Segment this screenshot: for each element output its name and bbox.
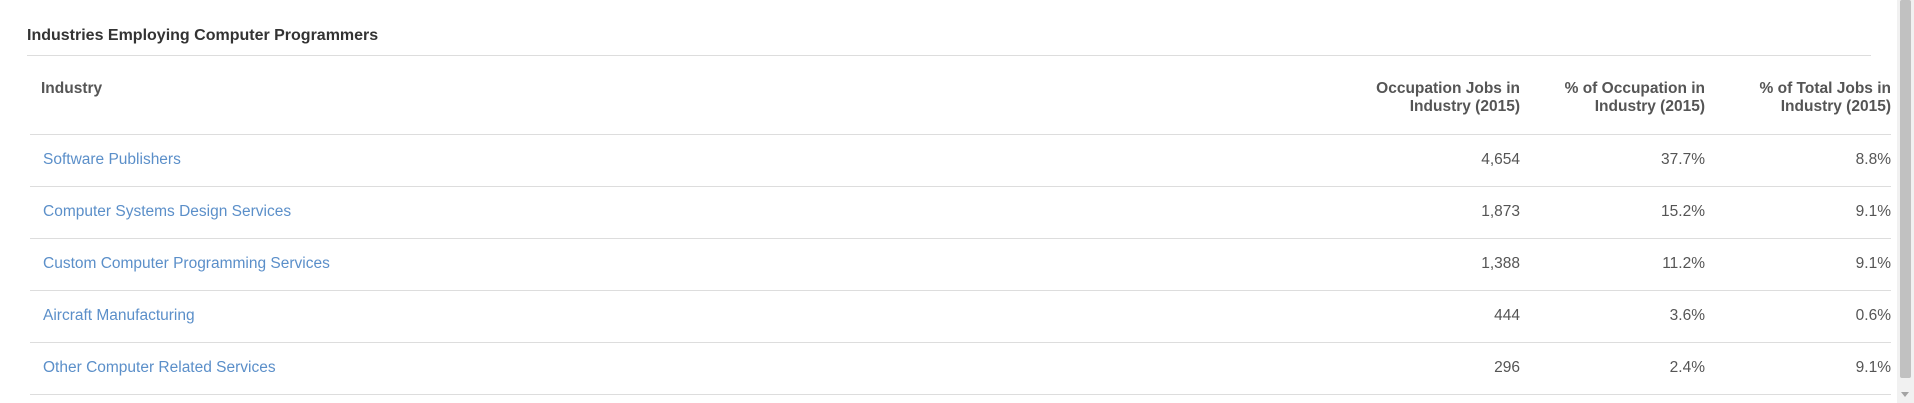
pct-occupation-cell: 3.6% bbox=[1520, 290, 1705, 343]
occupation-jobs-cell: 296 bbox=[1338, 342, 1520, 395]
column-header-pct-total-jobs: % of Total Jobs in Industry (2015) bbox=[1705, 56, 1891, 135]
industry-cell: Aircraft Manufacturing bbox=[30, 290, 1338, 343]
pct-total-jobs-cell: 9.1% bbox=[1705, 186, 1891, 239]
industry-cell: Software Publishers bbox=[30, 134, 1338, 187]
table-row: Computer Systems Design Services 1,873 1… bbox=[30, 186, 1891, 239]
column-header-occupation-jobs: Occupation Jobs in Industry (2015) bbox=[1338, 56, 1520, 135]
industry-link[interactable]: Other Computer Related Services bbox=[43, 359, 276, 376]
industry-cell: Custom Computer Programming Services bbox=[30, 238, 1338, 291]
pct-total-jobs-cell: 0.6% bbox=[1705, 290, 1891, 343]
table-header-row: Industry Occupation Jobs in Industry (20… bbox=[30, 56, 1891, 135]
page: Industries Employing Computer Programmer… bbox=[0, 0, 1914, 403]
industry-link[interactable]: Software Publishers bbox=[43, 151, 181, 168]
occupation-jobs-cell: 444 bbox=[1338, 290, 1520, 343]
table-row: Custom Computer Programming Services 1,3… bbox=[30, 238, 1891, 291]
pct-total-jobs-cell: 9.1% bbox=[1705, 238, 1891, 291]
section-title: Industries Employing Computer Programmer… bbox=[27, 27, 379, 44]
industry-cell: Computer Systems Design Services bbox=[30, 186, 1338, 239]
scroll-down-arrow-icon[interactable] bbox=[1901, 392, 1909, 397]
occupation-jobs-cell: 4,654 bbox=[1338, 134, 1520, 187]
pct-total-jobs-cell: 9.1% bbox=[1705, 342, 1891, 395]
industry-link[interactable]: Custom Computer Programming Services bbox=[43, 255, 330, 272]
industry-link[interactable]: Aircraft Manufacturing bbox=[43, 307, 195, 324]
pct-occupation-cell: 11.2% bbox=[1520, 238, 1705, 291]
pct-total-jobs-cell: 8.8% bbox=[1705, 134, 1891, 187]
scrollbar-thumb[interactable] bbox=[1900, 0, 1911, 378]
vertical-scrollbar[interactable] bbox=[1897, 0, 1914, 403]
occupation-jobs-cell: 1,873 bbox=[1338, 186, 1520, 239]
column-header-industry: Industry bbox=[30, 56, 1338, 135]
column-header-pct-occupation: % of Occupation in Industry (2015) bbox=[1520, 56, 1705, 135]
table-row: Software Publishers 4,654 37.7% 8.8% bbox=[30, 134, 1891, 187]
table-row: Aircraft Manufacturing 444 3.6% 0.6% bbox=[30, 290, 1891, 343]
industry-cell: Other Computer Related Services bbox=[30, 342, 1338, 395]
pct-occupation-cell: 2.4% bbox=[1520, 342, 1705, 395]
table-row: Other Computer Related Services 296 2.4%… bbox=[30, 342, 1891, 395]
industries-table: Industry Occupation Jobs in Industry (20… bbox=[30, 56, 1891, 395]
industry-link[interactable]: Computer Systems Design Services bbox=[43, 203, 291, 220]
occupation-jobs-cell: 1,388 bbox=[1338, 238, 1520, 291]
pct-occupation-cell: 37.7% bbox=[1520, 134, 1705, 187]
pct-occupation-cell: 15.2% bbox=[1520, 186, 1705, 239]
